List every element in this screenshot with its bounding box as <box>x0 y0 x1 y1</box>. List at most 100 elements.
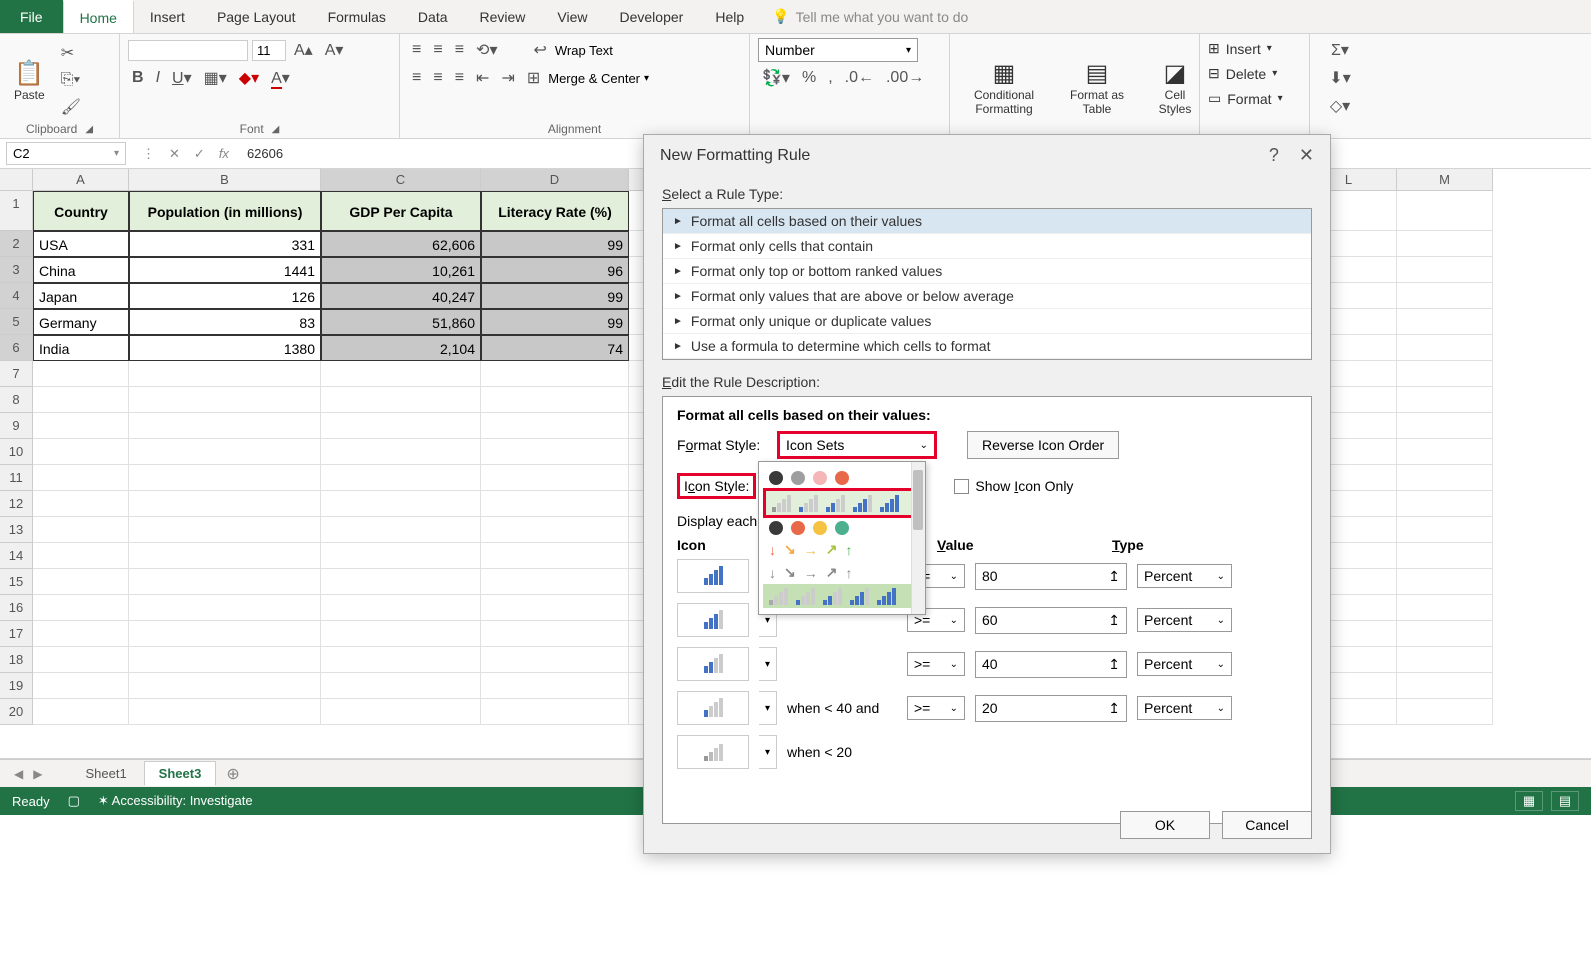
clear-icon[interactable]: ◇▾ <box>1326 94 1354 118</box>
cell-A13[interactable] <box>33 517 129 543</box>
cell-M2[interactable] <box>1397 231 1493 257</box>
tab-view[interactable]: View <box>541 0 603 33</box>
fx-icon[interactable]: fx <box>219 146 229 161</box>
cell-C13[interactable] <box>321 517 481 543</box>
cell-D3[interactable]: 96 <box>481 257 629 283</box>
row-header-8[interactable]: 8 <box>0 387 33 413</box>
value-input-4[interactable]: 20↥ <box>975 695 1127 722</box>
cell-B2[interactable]: 331 <box>129 231 321 257</box>
cell-A12[interactable] <box>33 491 129 517</box>
format-style-dropdown[interactable]: Icon Sets⌄ <box>777 431 937 459</box>
cell-D15[interactable] <box>481 569 629 595</box>
value-input-3[interactable]: 40↥ <box>975 651 1127 678</box>
cell-D5[interactable]: 99 <box>481 309 629 335</box>
row-header-14[interactable]: 14 <box>0 543 33 569</box>
sheet-nav-next-icon[interactable]: ▶ <box>29 767 46 781</box>
cell-M19[interactable] <box>1397 673 1493 699</box>
cell-A2[interactable]: USA <box>33 231 129 257</box>
cell-M12[interactable] <box>1397 491 1493 517</box>
cell-M14[interactable] <box>1397 543 1493 569</box>
rule-type-item-3[interactable]: ►Format only values that are above or be… <box>663 284 1311 309</box>
cell-A6[interactable]: India <box>33 335 129 361</box>
decrease-font-icon[interactable]: A▾ <box>321 38 348 62</box>
help-icon[interactable]: ? <box>1269 145 1279 166</box>
cancel-button[interactable]: Cancel <box>1222 811 1312 839</box>
sheet-tab-sheet1[interactable]: Sheet1 <box>70 761 141 786</box>
cell-A8[interactable] <box>33 387 129 413</box>
cell-A9[interactable] <box>33 413 129 439</box>
underline-icon[interactable]: U▾ <box>168 66 196 90</box>
cell-B15[interactable] <box>129 569 321 595</box>
icon-picker-2[interactable] <box>677 603 749 637</box>
cell-C5[interactable]: 51,860 <box>321 309 481 335</box>
cell-C3[interactable]: 10,261 <box>321 257 481 283</box>
cell-D4[interactable]: 99 <box>481 283 629 309</box>
row-header-19[interactable]: 19 <box>0 673 33 699</box>
fill-icon[interactable]: ⬇▾ <box>1325 66 1354 90</box>
row-header-11[interactable]: 11 <box>0 465 33 491</box>
tab-review[interactable]: Review <box>464 0 542 33</box>
align-bottom-icon[interactable]: ≡ <box>451 39 468 61</box>
tell-me-search[interactable]: 💡 Tell me what you want to do <box>772 0 968 33</box>
range-selector-icon[interactable]: ↥ <box>1108 612 1120 629</box>
cell-C11[interactable] <box>321 465 481 491</box>
icon-set-4-circles[interactable] <box>763 518 921 538</box>
autosum-icon[interactable]: Σ▾ <box>1327 38 1353 62</box>
cell-B10[interactable] <box>129 439 321 465</box>
cell-A14[interactable] <box>33 543 129 569</box>
tab-page-layout[interactable]: Page Layout <box>201 0 312 33</box>
column-header-A[interactable]: A <box>33 169 129 191</box>
column-header-M[interactable]: M <box>1397 169 1493 191</box>
insert-cells-button[interactable]: ⊞Insert▾ <box>1208 38 1272 59</box>
cell-B4[interactable]: 126 <box>129 283 321 309</box>
range-selector-icon[interactable]: ↥ <box>1108 700 1120 717</box>
cell-C12[interactable] <box>321 491 481 517</box>
align-right-icon[interactable]: ≡ <box>451 67 468 89</box>
cell-D13[interactable] <box>481 517 629 543</box>
show-icon-only-checkbox[interactable]: Show Icon Only <box>954 478 1073 494</box>
cell-B14[interactable] <box>129 543 321 569</box>
type-dropdown-1[interactable]: Percent⌄ <box>1137 564 1232 588</box>
cell-C18[interactable] <box>321 647 481 673</box>
number-format-dropdown[interactable]: Number▾ <box>758 38 918 62</box>
reverse-icon-order-button[interactable]: Reverse Icon Order <box>967 431 1119 459</box>
tab-formulas[interactable]: Formulas <box>312 0 402 33</box>
decrease-decimal-icon[interactable]: .00→ <box>882 67 928 89</box>
borders-icon[interactable]: ▦▾ <box>200 66 231 90</box>
operator-dropdown-3[interactable]: >=⌄ <box>907 652 965 676</box>
cell-M15[interactable] <box>1397 569 1493 595</box>
cell-M10[interactable] <box>1397 439 1493 465</box>
row-header-2[interactable]: 2 <box>0 231 33 257</box>
cell-A10[interactable] <box>33 439 129 465</box>
increase-font-icon[interactable]: A▴ <box>290 38 317 62</box>
cell-B16[interactable] <box>129 595 321 621</box>
cell-B13[interactable] <box>129 517 321 543</box>
type-dropdown-2[interactable]: Percent⌄ <box>1137 608 1232 632</box>
cell-C9[interactable] <box>321 413 481 439</box>
font-size-input[interactable] <box>252 40 286 61</box>
tab-developer[interactable]: Developer <box>604 0 700 33</box>
rule-type-item-4[interactable]: ►Format only unique or duplicate values <box>663 309 1311 334</box>
cell-M20[interactable] <box>1397 699 1493 725</box>
cell-A19[interactable] <box>33 673 129 699</box>
wrap-text-button[interactable]: Wrap Text <box>555 43 613 58</box>
cell-D12[interactable] <box>481 491 629 517</box>
comma-format-icon[interactable]: , <box>824 67 836 89</box>
cell-M16[interactable] <box>1397 595 1493 621</box>
merge-center-button[interactable]: Merge & Center <box>548 71 640 86</box>
cell-M1[interactable] <box>1397 191 1493 231</box>
cell-M9[interactable] <box>1397 413 1493 439</box>
row-header-9[interactable]: 9 <box>0 413 33 439</box>
cell-B8[interactable] <box>129 387 321 413</box>
select-all-button[interactable] <box>0 169 33 191</box>
font-color-icon[interactable]: A▾ <box>267 66 294 90</box>
cell-B17[interactable] <box>129 621 321 647</box>
tab-file[interactable]: File <box>0 0 63 33</box>
icon-set-5-arrows-gray[interactable]: ↓ ↘ → ↗ ↑ <box>763 561 921 584</box>
cell-D17[interactable] <box>481 621 629 647</box>
icon-style-panel[interactable]: ↓ ↘ → ↗ ↑ ↓ ↘ → ↗ ↑ <box>758 461 926 615</box>
align-center-icon[interactable]: ≡ <box>429 67 446 89</box>
cell-C6[interactable]: 2,104 <box>321 335 481 361</box>
icon-picker-5[interactable] <box>677 735 749 769</box>
cell-C1[interactable]: GDP Per Capita <box>321 191 481 231</box>
